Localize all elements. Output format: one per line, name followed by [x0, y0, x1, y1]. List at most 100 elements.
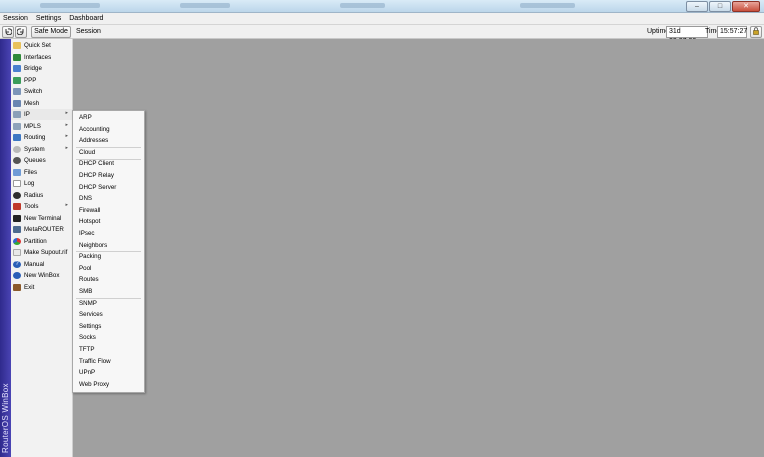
tools-icon	[13, 203, 21, 210]
manual-icon: ?	[13, 260, 21, 268]
sidebar-item-routing[interactable]: Routing ▸	[11, 132, 72, 143]
sidebar-item-quick-set[interactable]: Quick Set	[11, 40, 72, 51]
sidebar-item-new-terminal[interactable]: New Terminal	[11, 213, 72, 224]
sidebar-item-mesh[interactable]: Mesh	[11, 98, 72, 109]
submenu-item-pool[interactable]: Pool	[73, 263, 144, 275]
maximize-button[interactable]: □	[709, 1, 731, 12]
sidebar-item-manual[interactable]: ? Manual	[11, 259, 72, 270]
sidebar-item-radius[interactable]: Radius	[11, 190, 72, 201]
chevron-right-icon: ▸	[65, 202, 68, 208]
switch-icon	[13, 88, 21, 95]
safe-mode-button[interactable]: Safe Mode	[31, 26, 71, 38]
submenu-item-neighbors[interactable]: Neighbors	[73, 240, 144, 252]
submenu-item-ipsec[interactable]: IPsec	[73, 228, 144, 240]
sidebar-item-label: Switch	[24, 88, 43, 95]
sidebar-item-label: Bridge	[24, 65, 42, 72]
menu-settings[interactable]: Settings	[33, 13, 66, 24]
bridge-icon	[13, 65, 21, 72]
minimize-button[interactable]: –	[686, 1, 708, 12]
redo-button[interactable]	[15, 26, 27, 38]
brand-label: RouterOS WinBox	[1, 383, 10, 453]
submenu-item-firewall[interactable]: Firewall	[73, 205, 144, 217]
sidebar-item-metarouter[interactable]: MetaROUTER	[11, 224, 72, 235]
menu-bar: Session Settings Dashboard	[0, 13, 764, 25]
submenu-item-arp[interactable]: ARP	[73, 112, 144, 124]
undo-button[interactable]	[2, 26, 14, 38]
submenu-item-smb[interactable]: SMB	[73, 286, 144, 298]
sidebar-item-label: Exit	[24, 283, 35, 291]
submenu-item-cloud[interactable]: Cloud	[73, 147, 144, 159]
sidebar-item-ip[interactable]: IP ▸	[11, 109, 72, 120]
window-title-bar[interactable]: – □ ✕	[0, 0, 764, 13]
menu-dashboard[interactable]: Dashboard	[66, 13, 108, 24]
submenu-item-socks[interactable]: Socks	[73, 332, 144, 344]
ppp-icon	[13, 76, 21, 84]
submenu-item-services[interactable]: Services	[73, 309, 144, 321]
submenu-item-hotspot[interactable]: Hotspot	[73, 216, 144, 228]
sidebar-item-label: Radius	[24, 191, 44, 199]
log-icon	[13, 180, 21, 187]
sidebar-item-log[interactable]: Log	[11, 178, 72, 189]
time-value: 15:57:27	[717, 26, 747, 38]
sidebar-item-label: Manual	[24, 260, 45, 268]
sidebar-item-make-supout[interactable]: Make Supout.rif	[11, 247, 72, 258]
winbox-icon	[13, 272, 21, 279]
radius-icon	[13, 191, 21, 199]
mesh-icon	[13, 99, 21, 107]
sidebar-item-label: New WinBox	[24, 272, 60, 279]
sidebar-item-label: IP	[24, 111, 30, 118]
submenu-item-dns[interactable]: DNS	[73, 193, 144, 205]
brand-strip: RouterOS WinBox	[0, 39, 11, 457]
sidebar-item-files[interactable]: Files	[11, 167, 72, 178]
submenu-item-settings[interactable]: Settings	[73, 321, 144, 333]
sidebar-item-switch[interactable]: Switch	[11, 86, 72, 97]
ip-submenu: ARP Accounting Addresses Cloud DHCP Clie…	[72, 110, 145, 393]
close-button[interactable]: ✕	[732, 1, 760, 12]
submenu-item-tftp[interactable]: TFTP	[73, 344, 144, 356]
chevron-right-icon: ▸	[65, 133, 68, 139]
title-text-blur	[40, 3, 100, 8]
sidebar-item-ppp[interactable]: PPP	[11, 75, 72, 86]
terminal-icon	[13, 214, 21, 222]
chevron-right-icon: ▸	[65, 121, 68, 128]
submenu-item-snmp[interactable]: SNMP	[73, 298, 144, 310]
supout-icon	[13, 249, 21, 256]
title-text-blur	[180, 3, 230, 8]
metarouter-icon	[13, 226, 21, 233]
sidebar-item-partition[interactable]: Partition	[11, 236, 72, 247]
submenu-item-accounting[interactable]: Accounting	[73, 124, 144, 136]
system-icon	[13, 145, 21, 153]
sidebar-item-label: Queues	[24, 157, 46, 164]
submenu-item-dhcp-client[interactable]: DHCP Client	[73, 158, 144, 170]
sidebar-item-label: Quick Set	[24, 42, 51, 49]
sidebar-item-label: Routing	[24, 134, 46, 141]
sidebar-item-label: Make Supout.rif	[24, 249, 68, 256]
lock-button[interactable]	[750, 26, 762, 38]
sidebar-item-bridge[interactable]: Bridge	[11, 63, 72, 74]
sidebar-item-label: Partition	[24, 237, 47, 245]
title-text-blur	[340, 3, 385, 8]
sidebar-item-mpls[interactable]: MPLS ▸	[11, 121, 72, 132]
lock-icon	[753, 27, 759, 35]
sidebar-item-exit[interactable]: Exit	[11, 282, 72, 293]
submenu-item-routes[interactable]: Routes	[73, 274, 144, 286]
uptime-value: 31d 23:27:20	[666, 26, 708, 45]
sidebar-item-queues[interactable]: Queues	[11, 155, 72, 166]
undo-icon	[5, 28, 13, 36]
submenu-item-dhcp-server[interactable]: DHCP Server	[73, 182, 144, 194]
submenu-item-web-proxy[interactable]: Web Proxy	[73, 379, 144, 391]
sidebar-item-new-winbox[interactable]: New WinBox	[11, 270, 72, 281]
menu-session[interactable]: Session	[0, 13, 33, 24]
submenu-item-dhcp-relay[interactable]: DHCP Relay	[73, 170, 144, 182]
sidebar-item-label: MetaROUTER	[24, 226, 64, 233]
sidebar-item-interfaces[interactable]: Interfaces	[11, 52, 72, 63]
submenu-item-packing[interactable]: Packing	[73, 251, 144, 263]
sidebar-item-system[interactable]: System ▸	[11, 144, 72, 155]
submenu-item-upnp[interactable]: UPnP	[73, 367, 144, 379]
queues-icon	[13, 157, 21, 164]
submenu-item-addresses[interactable]: Addresses	[73, 135, 144, 147]
sidebar-item-tools[interactable]: Tools ▸	[11, 201, 72, 212]
submenu-item-traffic-flow[interactable]: Traffic Flow	[73, 356, 144, 368]
sidebar-item-label: Files	[24, 168, 38, 176]
ip-icon	[13, 111, 21, 118]
